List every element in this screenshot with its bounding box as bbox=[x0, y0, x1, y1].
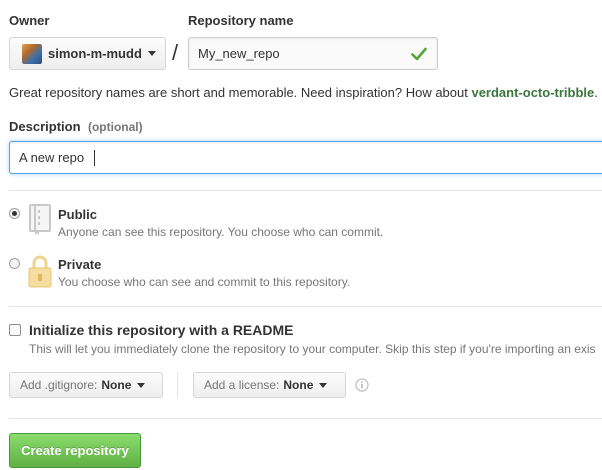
owner-select[interactable]: simon-m-mudd bbox=[9, 37, 166, 70]
divider bbox=[9, 418, 602, 419]
readme-checkbox[interactable] bbox=[9, 324, 21, 336]
license-select[interactable]: Add a license: None bbox=[193, 372, 346, 398]
repo-name-value: My_new_repo bbox=[198, 46, 280, 61]
repo-name-input[interactable]: My_new_repo bbox=[188, 37, 438, 70]
repo-name-suggestion: Great repository names are short and mem… bbox=[9, 85, 598, 100]
public-title: Public bbox=[58, 207, 98, 222]
private-title: Private bbox=[58, 257, 102, 272]
owner-name: simon-m-mudd bbox=[48, 46, 142, 61]
description-label: Description bbox=[9, 119, 81, 134]
repo-name-label: Repository name bbox=[188, 13, 294, 28]
create-repository-label: Create repository bbox=[21, 443, 129, 458]
gitignore-select[interactable]: Add .gitignore: None bbox=[9, 372, 163, 398]
owner-label: Owner bbox=[9, 13, 50, 28]
public-radio[interactable] bbox=[9, 208, 20, 219]
suggestion-suffix: . bbox=[594, 85, 598, 100]
private-radio[interactable] bbox=[9, 258, 20, 269]
suggestion-text: Great repository names are short and mem… bbox=[9, 85, 472, 100]
readme-title: Initialize this repository with a README bbox=[29, 322, 294, 338]
suggested-name[interactable]: verdant-octo-tribble bbox=[471, 85, 594, 100]
vertical-divider bbox=[177, 372, 178, 398]
divider bbox=[9, 190, 602, 191]
divider bbox=[9, 306, 602, 307]
license-prefix: Add a license: bbox=[204, 378, 280, 392]
repo-book-icon bbox=[29, 204, 51, 235]
gitignore-prefix: Add .gitignore: bbox=[20, 378, 98, 392]
info-icon[interactable] bbox=[355, 378, 369, 392]
check-icon bbox=[411, 47, 427, 61]
chevron-down-icon bbox=[137, 382, 146, 388]
chevron-down-icon bbox=[147, 51, 156, 56]
gitignore-value: None bbox=[101, 378, 132, 392]
optional-tag: (optional) bbox=[87, 120, 143, 134]
lock-icon bbox=[28, 255, 52, 288]
owner-repo-separator: / bbox=[172, 40, 179, 65]
license-value: None bbox=[283, 378, 314, 392]
description-value: A new repo bbox=[19, 150, 85, 165]
create-repository-button[interactable]: Create repository bbox=[9, 433, 141, 468]
description-input[interactable]: A new repo bbox=[9, 141, 602, 174]
description-label-row: Description (optional) bbox=[9, 118, 143, 136]
owner-avatar bbox=[22, 43, 42, 64]
private-desc: You choose who can see and commit to thi… bbox=[58, 275, 351, 289]
chevron-down-icon bbox=[319, 382, 328, 388]
public-desc: Anyone can see this repository. You choo… bbox=[58, 225, 384, 239]
readme-desc: This will let you immediately clone the … bbox=[29, 342, 596, 356]
text-cursor bbox=[94, 150, 95, 166]
